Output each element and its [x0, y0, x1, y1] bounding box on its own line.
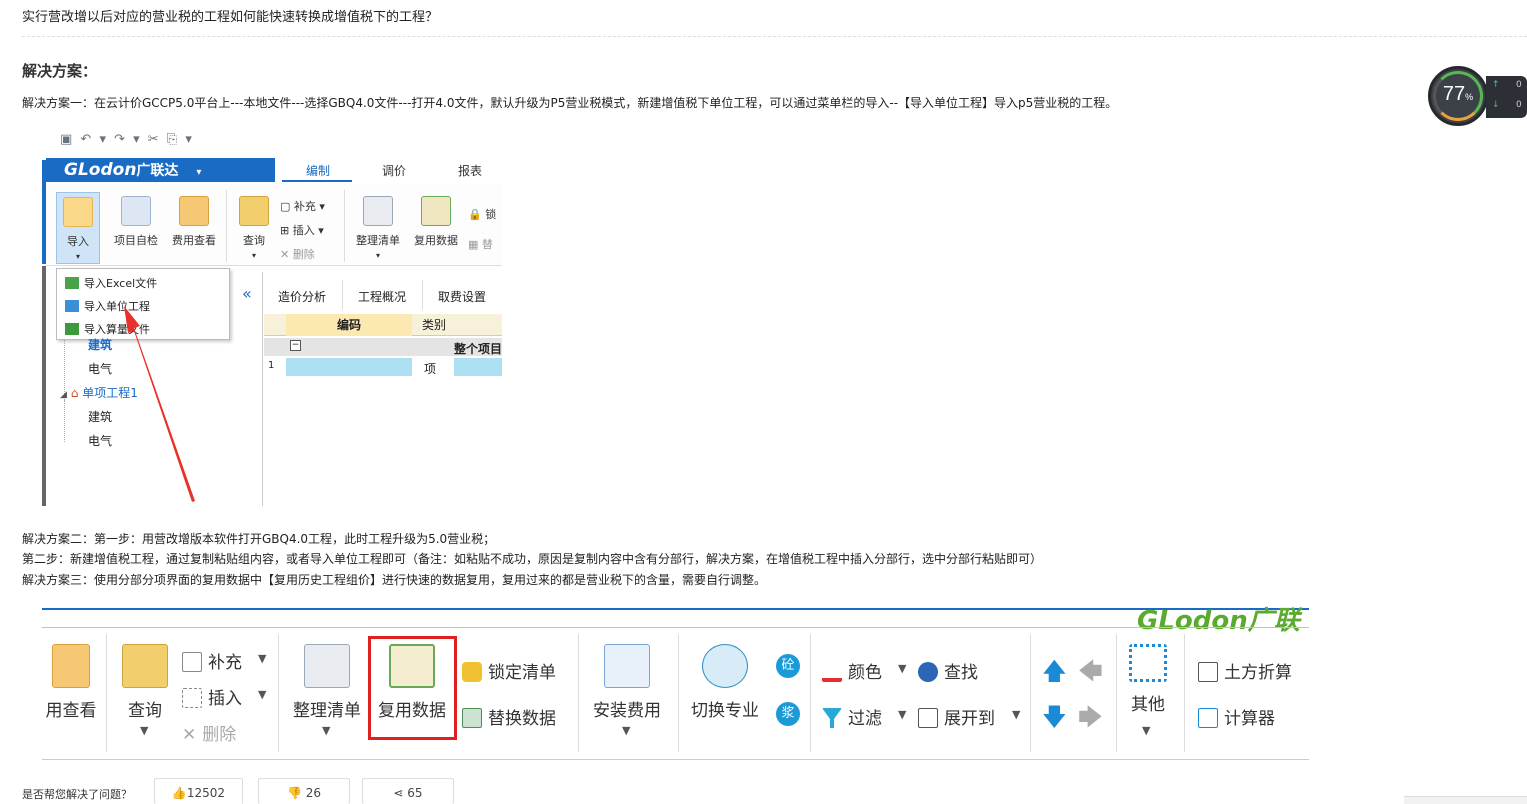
- chevron-down-icon[interactable]: ▼: [1142, 724, 1150, 737]
- screenshot-reuse-ribbon: GLodon广联 用查看 查询 ▼ 补充 ▼ 插入 ▼ ✕ 删除 整理清单 ▼ 复…: [42, 604, 1309, 762]
- query-icon: [122, 644, 168, 688]
- fee-view-button[interactable]: 用查看: [42, 644, 100, 721]
- fee-search-icon: [52, 644, 90, 688]
- move-left-icon[interactable]: 🡄: [1078, 654, 1103, 695]
- document-icon: [182, 652, 202, 672]
- install-fee-button[interactable]: 安装费用: [590, 644, 664, 721]
- supplement-button[interactable]: 补充: [182, 648, 242, 673]
- expand-to-button[interactable]: 展开到: [918, 704, 995, 729]
- chevron-down-icon[interactable]: ▼: [140, 724, 148, 737]
- dislike-button[interactable]: 👎 26: [258, 778, 350, 804]
- install-fee-icon: [604, 644, 650, 688]
- brand-logo: GLodon广联: [1137, 606, 1300, 636]
- switch-major-icon: [702, 644, 748, 688]
- move-up-icon[interactable]: 🡅: [1042, 654, 1067, 695]
- insert-button[interactable]: 插入: [182, 684, 242, 709]
- move-down-icon[interactable]: 🡇: [1042, 700, 1067, 741]
- calculator-icon: [1198, 708, 1218, 728]
- upload-arrow-icon: ↑: [1492, 80, 1500, 90]
- chevron-down-icon[interactable]: ▼: [622, 724, 630, 737]
- share-button[interactable]: ⋖ 65: [362, 778, 454, 804]
- mortar-button[interactable]: 浆: [776, 702, 800, 726]
- thumbs-up-icon: 👍: [171, 786, 187, 800]
- solution-2-step2: 第二步：新建增值税工程，通过复制粘贴组内容，或者导入单位工程即可（备注：如粘贴不…: [22, 552, 1043, 566]
- filter-icon: [822, 708, 842, 728]
- solution-2-step1: 解决方案二：第一步：用营改增版本软件打开GBQ4.0工程，此时工程升级为5.0营…: [22, 532, 496, 546]
- floating-widget-edge: [1404, 796, 1527, 804]
- query-button[interactable]: 查询: [120, 644, 170, 721]
- share-icon: ⋖: [393, 786, 404, 800]
- earthwork-icon: [1198, 662, 1218, 682]
- gauge-unit: %: [1465, 92, 1474, 102]
- chevron-down-icon[interactable]: ▼: [258, 688, 266, 701]
- gauge-percent: 77: [1442, 83, 1466, 105]
- paint-icon: [822, 662, 842, 682]
- chevron-down-icon[interactable]: ▼: [258, 652, 266, 665]
- speed-gauge-widget[interactable]: 77%: [1428, 66, 1488, 126]
- replace-data-button[interactable]: 替换数据: [462, 704, 556, 729]
- find-button[interactable]: 查找: [918, 658, 978, 683]
- chevron-down-icon[interactable]: ▼: [322, 724, 330, 737]
- like-button[interactable]: 👍12502: [154, 778, 243, 804]
- switch-major-button[interactable]: 切换专业: [688, 644, 762, 721]
- helpful-question: 是否帮您解决了问题？: [22, 788, 132, 801]
- solution-1-text: 解决方案一：在云计价GCCP5.0平台上---本地文件---选择GBQ4.0文件…: [22, 96, 1118, 110]
- download-value: 0: [1516, 100, 1522, 110]
- question-title: 实行营改增以后对应的营业税的工程如何能快速转换成增值税下的工程？: [22, 10, 439, 25]
- filter-button[interactable]: 过滤: [822, 704, 882, 729]
- delete-button[interactable]: ✕ 删除: [182, 720, 236, 745]
- close-icon: ✕: [182, 725, 197, 745]
- chevron-down-icon[interactable]: ▼: [898, 662, 906, 675]
- move-right-icon[interactable]: 🡆: [1078, 700, 1103, 741]
- download-arrow-icon: ↓: [1492, 100, 1500, 110]
- screenshot-import-menu: ▣ ↶ ▾ ↷ ▾ ✂ ⎘ ▾ GLodon广联达 ▾ 编制 调价 报表 导入 ▾…: [42, 128, 502, 506]
- insert-icon: [182, 688, 202, 708]
- thumbs-down-icon: 👎: [286, 786, 302, 800]
- chevron-down-icon[interactable]: ▼: [1012, 708, 1020, 721]
- solution-3-text: 解决方案三：使用分部分项界面的复用数据中【复用历史工程组价】进行快速的数据复用，…: [22, 573, 767, 587]
- lock-icon: [462, 662, 482, 682]
- earthwork-conversion-button[interactable]: 土方折算: [1198, 658, 1292, 683]
- highlight-box: [368, 636, 457, 740]
- calculator-button[interactable]: 计算器: [1198, 704, 1275, 729]
- upload-value: 0: [1516, 80, 1522, 90]
- chevron-down-icon[interactable]: ▼: [898, 708, 906, 721]
- binoculars-icon: [918, 662, 938, 682]
- replace-icon: [462, 708, 482, 728]
- tree-expand-icon: [918, 708, 938, 728]
- concrete-button[interactable]: 砼: [776, 654, 800, 678]
- organize-list-button[interactable]: 整理清单: [290, 644, 364, 721]
- solution-heading: 解决方案：: [22, 62, 98, 80]
- color-button[interactable]: 颜色: [822, 658, 882, 683]
- other-button[interactable]: 其他: [1126, 644, 1170, 715]
- lock-list-button[interactable]: 锁定清单: [462, 658, 556, 683]
- grid-icon: [1129, 644, 1167, 682]
- red-arrow-annotation: [124, 306, 195, 502]
- list-icon: [304, 644, 350, 688]
- speed-panel: ↑ 0 ↓ 0: [1486, 76, 1527, 118]
- divider: [22, 36, 1527, 37]
